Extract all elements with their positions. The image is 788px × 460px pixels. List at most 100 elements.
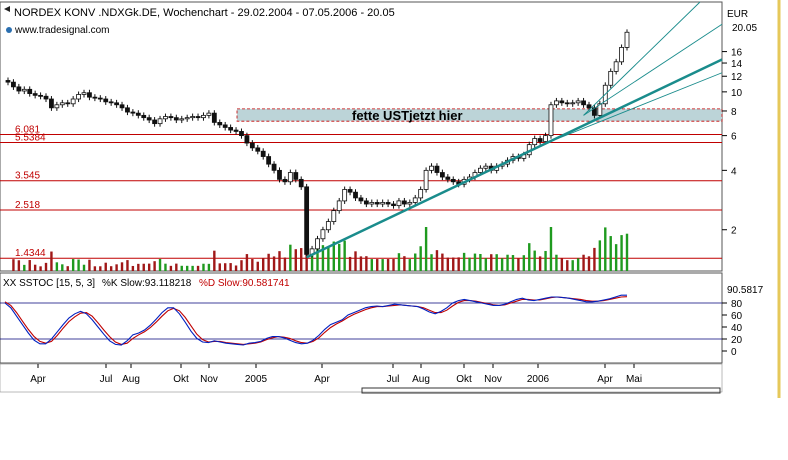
volume-bar bbox=[82, 264, 86, 271]
volume-bar bbox=[511, 255, 515, 271]
candle-body bbox=[445, 176, 451, 180]
zone-box bbox=[236, 108, 723, 122]
volume-bar bbox=[576, 258, 580, 271]
chart-title: NORDEX KONV .NDXGk.DE, Wochenchart - 29.… bbox=[14, 7, 395, 19]
volume-bar bbox=[560, 258, 564, 271]
volume-bar bbox=[28, 260, 31, 271]
volume-bar bbox=[506, 254, 509, 271]
price-tick-label: 4 bbox=[731, 166, 737, 177]
candle-body bbox=[76, 94, 81, 100]
volume-bar bbox=[587, 256, 591, 271]
volume-bar bbox=[555, 254, 558, 271]
stochastic-label: XX SSTOC [15, 5, 3] bbox=[3, 278, 95, 289]
volume-bar bbox=[403, 256, 406, 271]
candle-body bbox=[260, 150, 266, 157]
time-tick-label: Okt bbox=[173, 374, 189, 385]
candle-body bbox=[70, 98, 76, 105]
volume-bar bbox=[126, 260, 129, 271]
candle-body bbox=[391, 203, 396, 207]
candle-body bbox=[16, 86, 22, 92]
candle-body bbox=[374, 202, 380, 205]
volume-bar bbox=[359, 256, 363, 271]
volume-bar bbox=[267, 253, 270, 271]
volume-bar bbox=[272, 256, 276, 271]
candle-body bbox=[543, 135, 548, 142]
volume-bar bbox=[348, 256, 352, 271]
volume-bar bbox=[473, 253, 477, 271]
volume-bar bbox=[245, 254, 249, 271]
time-tick-label: Apr bbox=[314, 374, 330, 385]
candle-body bbox=[418, 189, 424, 199]
volume-bar bbox=[185, 265, 189, 271]
volume-bar bbox=[39, 266, 42, 271]
volume-bar bbox=[294, 249, 297, 271]
candle-body bbox=[217, 122, 223, 126]
volume-bar bbox=[158, 258, 162, 271]
price-tick-label: 12 bbox=[731, 72, 743, 83]
volume-bar bbox=[462, 252, 466, 271]
candle-body bbox=[407, 202, 413, 205]
candle-body bbox=[163, 116, 168, 120]
candle-body bbox=[396, 200, 402, 207]
time-tick-label: 2005 bbox=[245, 374, 268, 385]
volume-bar bbox=[500, 258, 504, 271]
volume-bar bbox=[137, 263, 140, 271]
volume-bar bbox=[169, 265, 173, 271]
volume-bar bbox=[609, 236, 612, 271]
candle-body bbox=[564, 102, 570, 105]
volume-bar bbox=[625, 233, 629, 271]
candle-body bbox=[353, 191, 358, 199]
candle-body bbox=[331, 210, 337, 222]
candle-body bbox=[315, 238, 320, 250]
volume-bar bbox=[229, 263, 232, 271]
candle-body bbox=[358, 197, 364, 202]
volume-bar bbox=[109, 266, 113, 271]
volume-bar bbox=[12, 259, 15, 271]
volume-bar bbox=[419, 246, 422, 271]
candle-body bbox=[613, 61, 619, 72]
volume-bar bbox=[370, 259, 373, 271]
volume-bar bbox=[495, 254, 498, 271]
last-price-label: 20.05 bbox=[732, 23, 757, 34]
volume-bar bbox=[50, 251, 53, 271]
volume-bar bbox=[392, 259, 395, 271]
volume-bar bbox=[44, 262, 48, 271]
time-tick-label: Nov bbox=[200, 374, 218, 385]
candle-body bbox=[97, 97, 103, 100]
volume-bar bbox=[251, 259, 254, 271]
candle-body bbox=[255, 147, 261, 152]
candle-body bbox=[141, 114, 147, 119]
candle-body bbox=[619, 47, 624, 63]
volume-bar bbox=[23, 264, 26, 271]
chart: 6.0815.53843.5452.5181.4344 fette USTjet… bbox=[0, 0, 781, 398]
volume-bar bbox=[196, 265, 200, 271]
volume-bar bbox=[180, 265, 183, 271]
candle-body bbox=[206, 112, 212, 116]
candle-body bbox=[624, 31, 630, 48]
candle-body bbox=[211, 112, 217, 123]
volume-bar bbox=[386, 259, 390, 271]
volume-bar bbox=[408, 259, 412, 271]
volume-bar bbox=[218, 263, 221, 271]
source-label: www.tradesignal.com bbox=[14, 25, 109, 36]
time-tick-label: Nov bbox=[484, 374, 502, 385]
volume-bar bbox=[446, 257, 450, 271]
candle-body bbox=[173, 117, 179, 121]
candle-body bbox=[32, 93, 38, 96]
volume-bar bbox=[614, 244, 618, 271]
candle-body bbox=[239, 131, 244, 137]
candle-body bbox=[304, 186, 310, 255]
candle-body bbox=[434, 165, 440, 173]
candle-body bbox=[135, 112, 141, 116]
candle-body bbox=[38, 94, 43, 97]
d-slow-label: %D Slow:90.581741 bbox=[199, 278, 290, 289]
volume-bar bbox=[175, 263, 178, 271]
candle-body bbox=[369, 202, 375, 205]
candle-body bbox=[277, 169, 282, 180]
volume-bar bbox=[191, 265, 194, 271]
candle-body bbox=[65, 102, 71, 105]
volume-bar bbox=[414, 253, 417, 271]
volume-bar bbox=[115, 264, 118, 271]
candle-body bbox=[130, 111, 136, 114]
level-label: 1.4344 bbox=[15, 248, 46, 259]
